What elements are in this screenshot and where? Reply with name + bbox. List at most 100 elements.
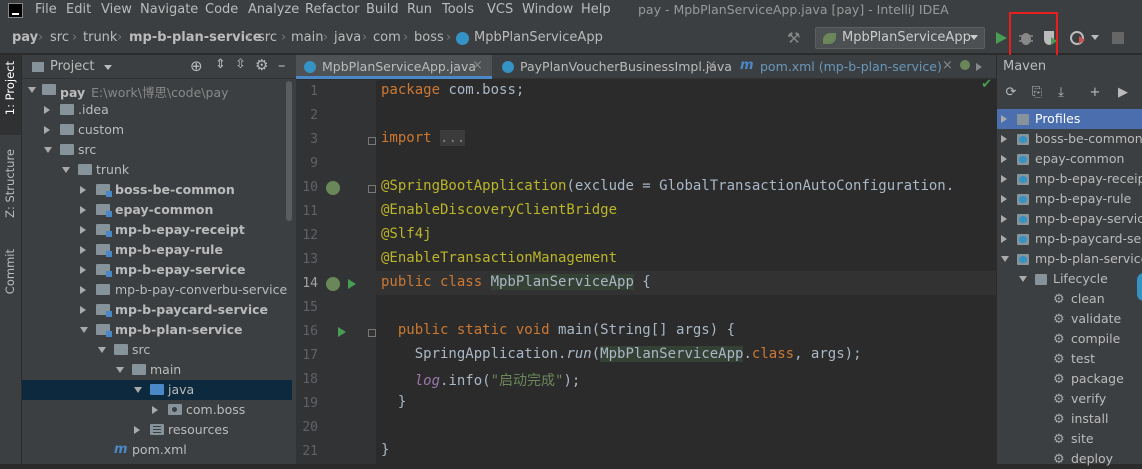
maven-goal[interactable]: ⚙ deploy [997, 449, 1142, 469]
fold-icon[interactable] [368, 329, 376, 337]
tree-node-java[interactable]: java [22, 380, 292, 400]
breadcrumb-java[interactable]: java [334, 30, 361, 45]
more-tabs-icon[interactable] [976, 63, 982, 71]
code-line[interactable]: import ... [381, 130, 466, 146]
tree-node-custom[interactable]: custom [22, 120, 292, 140]
reload-icon[interactable]: ⟳ [1003, 85, 1019, 101]
code-line[interactable]: SpringApplication.run(MpbPlanServiceApp.… [381, 346, 862, 362]
maven-project[interactable]: mp-b-epay-rule [997, 189, 1142, 209]
tab-pom-xml[interactable]: m pom.xml (mp-b-plan-service) × [734, 55, 954, 79]
run-icon[interactable] [991, 28, 1011, 48]
spring-bean-icon[interactable] [326, 277, 340, 291]
maven-goal[interactable]: ⚙ verify [997, 389, 1142, 409]
maven-project[interactable]: epay-common [997, 149, 1142, 169]
expand-arrow-icon[interactable] [1019, 276, 1027, 282]
notification-badge[interactable] [1137, 273, 1142, 301]
tree-node-module[interactable]: mp-b-pay-converbu-service [22, 280, 292, 300]
run-gutter-icon[interactable] [338, 327, 346, 337]
expand-arrow-icon[interactable] [1001, 135, 1007, 143]
fold-icon[interactable] [368, 137, 376, 145]
tree-node-module[interactable]: boss-be-common [22, 180, 292, 200]
code-line[interactable]: @SpringBootApplication(exclude = GlobalT… [381, 178, 954, 194]
expand-arrow-icon[interactable] [1001, 235, 1007, 243]
code-line[interactable]: public static void main(String[] args) { [381, 322, 735, 338]
maven-project[interactable]: mp-b-paycard-service [997, 229, 1142, 249]
tree-node-idea[interactable]: .idea [22, 100, 292, 120]
maven-goal[interactable]: ⚙ compile [997, 329, 1142, 349]
download-icon[interactable]: ⤓ [1053, 85, 1069, 101]
tree-node-module[interactable]: mp-b-paycard-service [22, 300, 292, 320]
menu-run[interactable]: Run [407, 2, 432, 17]
menu-help[interactable]: Help [581, 2, 611, 17]
maven-project[interactable]: mp-b-plan-service [997, 249, 1142, 269]
maven-project[interactable]: mp-b-epay-receipt [997, 169, 1142, 189]
close-icon[interactable]: × [472, 58, 483, 73]
expand-arrow-icon[interactable] [80, 246, 86, 254]
tool-tab-structure[interactable]: Z: Structure [3, 149, 17, 218]
tree-node-root[interactable]: pay E:\work\博思\code\pay [22, 80, 292, 100]
close-icon[interactable]: × [706, 58, 717, 73]
code-line[interactable]: public class MpbPlanServiceApp { [381, 274, 651, 290]
tree-node-module[interactable]: epay-common [22, 200, 292, 220]
breadcrumb-src[interactable]: src [50, 30, 69, 45]
tree-node-main[interactable]: main [22, 360, 292, 380]
tool-tab-project[interactable]: 1: Project [3, 61, 17, 115]
run-maven-icon[interactable]: ▶ [1115, 85, 1131, 101]
menu-file[interactable]: File [35, 2, 57, 17]
tree-node-pom[interactable]: m pom.xml [22, 440, 292, 460]
tree-node-src[interactable]: src [22, 140, 292, 160]
maven-project[interactable]: mp-b-epay-service [997, 209, 1142, 229]
tab-mpb-plan-service-app[interactable]: MpbPlanServiceApp.java × [296, 55, 492, 79]
breadcrumb-main[interactable]: main [291, 30, 323, 45]
maven-goal[interactable]: ⚙ site [997, 429, 1142, 449]
fold-icon[interactable] [368, 185, 376, 193]
tree-node-module[interactable]: mp-b-epay-rule [22, 240, 292, 260]
expand-arrow-icon[interactable] [134, 387, 142, 393]
gear-icon[interactable]: ⚙ [255, 56, 268, 74]
menu-build[interactable]: Build [366, 2, 399, 17]
tree-node-trunk[interactable]: trunk [22, 160, 292, 180]
expand-arrow-icon[interactable] [1001, 215, 1007, 223]
maven-goal[interactable]: ⚙ install [997, 409, 1142, 429]
menu-refactor[interactable]: Refactor [305, 2, 360, 17]
generate-sources-icon[interactable]: ⎘ [1029, 85, 1045, 101]
breadcrumb-class[interactable]: MpbPlanServiceApp [474, 30, 603, 45]
project-view-select[interactable]: Project [50, 59, 94, 74]
code-line[interactable]: log.info("启动完成"); [381, 370, 581, 390]
expand-arrow-icon[interactable] [80, 266, 86, 274]
expand-arrow-icon[interactable] [80, 286, 86, 294]
expand-all-icon[interactable]: ⇕ [215, 57, 226, 72]
code-line[interactable]: @EnableTransactionManagement [381, 250, 617, 266]
tree-node-module[interactable]: mp-b-plan-service [22, 320, 292, 340]
maven-goal[interactable]: ⚙ clean [997, 289, 1142, 309]
locate-file-icon[interactable]: ⊕ [190, 57, 203, 75]
maven-goal[interactable]: ⚙ test [997, 349, 1142, 369]
expand-arrow-icon[interactable] [1001, 195, 1007, 203]
expand-arrow-icon[interactable] [44, 126, 50, 134]
breadcrumb-src2[interactable]: src [258, 30, 277, 45]
expand-arrow-icon[interactable] [80, 226, 86, 234]
maven-lifecycle[interactable]: Lifecycle [997, 269, 1142, 289]
menu-code[interactable]: Code [205, 2, 238, 17]
breadcrumb-trunk[interactable]: trunk [83, 30, 117, 45]
menu-navigate[interactable]: Navigate [140, 2, 198, 17]
maven-profiles[interactable]: Profiles [997, 109, 1142, 129]
collapse-all-icon[interactable]: ⇳ [235, 57, 246, 72]
menu-edit[interactable]: Edit [66, 2, 91, 17]
chevron-down-icon[interactable] [104, 65, 112, 70]
code-line[interactable]: package com.boss; [381, 82, 524, 98]
expand-arrow-icon[interactable] [80, 306, 86, 314]
close-icon[interactable]: × [942, 58, 953, 73]
tree-node-module[interactable]: mp-b-epay-receipt [22, 220, 292, 240]
tab-pay-plan-voucher[interactable]: PayPlanVoucherBusinessImpl.java × [494, 55, 732, 79]
menu-vcs[interactable]: VCS [487, 2, 513, 17]
run-gutter-icon[interactable] [348, 279, 356, 289]
expand-arrow-icon[interactable] [1001, 155, 1007, 163]
menu-window[interactable]: Window [522, 2, 573, 17]
expand-arrow-icon[interactable] [44, 147, 52, 153]
run-configuration-select[interactable]: MpbPlanServiceApp [815, 27, 985, 49]
tree-node-src[interactable]: src [22, 340, 292, 360]
menu-analyze[interactable]: Analyze [248, 2, 299, 17]
expand-arrow-icon[interactable] [44, 106, 50, 114]
expand-arrow-icon[interactable] [98, 347, 106, 353]
